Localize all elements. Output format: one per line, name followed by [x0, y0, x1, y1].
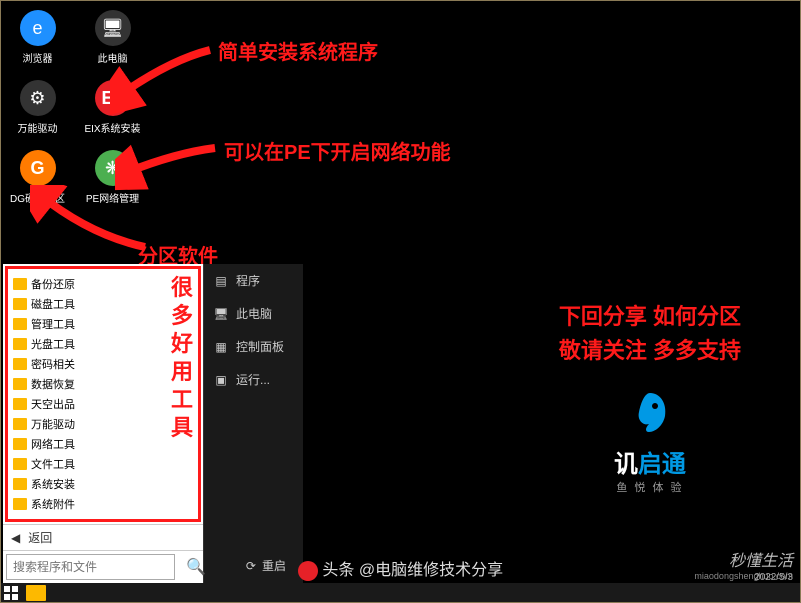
taskbar: [0, 583, 801, 603]
category-label: 天空出品: [31, 396, 75, 412]
start-menu-back[interactable]: ◀ 返回: [3, 524, 203, 550]
category-item[interactable]: 万能驱动: [11, 414, 195, 434]
category-item[interactable]: 备份还原: [11, 274, 195, 294]
category-item[interactable]: 磁盘工具: [11, 294, 195, 314]
category-label: 万能驱动: [31, 416, 75, 432]
menu-item-label: 控制面板: [236, 338, 284, 355]
icon-label: EIX系统安装: [84, 120, 140, 135]
folder-icon: [13, 418, 27, 430]
driver-icon[interactable]: ⚙ 万能驱动: [10, 80, 65, 135]
browser-icon[interactable]: e 浏览器: [10, 10, 65, 65]
annotation-network: 可以在PE下开启网络功能: [224, 136, 451, 165]
menu-item-label: 程序: [236, 272, 260, 289]
start-menu-categories: 备份还原磁盘工具管理工具光盘工具密码相关数据恢复天空出品万能驱动网络工具文件工具…: [8, 269, 198, 519]
folder-icon: [13, 458, 27, 470]
category-item[interactable]: 系统安装: [11, 474, 195, 494]
category-label: 文件工具: [31, 456, 75, 472]
taskbar-date: 2022/5/3: [754, 572, 793, 583]
icon-label: 浏览器: [23, 50, 53, 65]
folder-icon: [13, 298, 27, 310]
annotation-install: 简单安装系统程序: [218, 36, 378, 65]
menu-item-icon: ▣: [214, 373, 228, 387]
fish-icon: [625, 388, 675, 438]
avatar-icon: [298, 561, 318, 581]
category-label: 光盘工具: [31, 336, 75, 352]
start-menu-left-panel: 备份还原磁盘工具管理工具光盘工具密码相关数据恢复天空出品万能驱动网络工具文件工具…: [3, 264, 203, 583]
folder-icon: [13, 438, 27, 450]
arrow-1-icon: [110, 40, 220, 120]
promo-block: 下回分享 如何分区 敬请关注 多多支持 讥启通 鱼 悦 体 验: [559, 300, 741, 495]
folder-icon: [13, 478, 27, 490]
category-item[interactable]: 天空出品: [11, 394, 195, 414]
start-menu-right-item[interactable]: ▤ 程序: [204, 264, 303, 297]
dg-partition-icon-graphic: G: [20, 150, 56, 186]
browser-icon-graphic: e: [20, 10, 56, 46]
category-label: 备份还原: [31, 276, 75, 292]
start-menu-right-item[interactable]: ▣ 运行...: [204, 363, 303, 396]
folder-icon: [13, 318, 27, 330]
chevron-left-icon: ◀: [11, 531, 20, 545]
start-button[interactable]: [0, 583, 22, 603]
category-item[interactable]: 管理工具: [11, 314, 195, 334]
arrow-3-icon: [30, 185, 150, 255]
folder-icon: [13, 278, 27, 290]
driver-icon-graphic: ⚙: [20, 80, 56, 116]
start-menu-right-item[interactable]: ▦ 控制面板: [204, 330, 303, 363]
folder-icon: [13, 378, 27, 390]
category-item[interactable]: 系统附件: [11, 494, 195, 514]
category-label: 系统安装: [31, 476, 75, 492]
category-item[interactable]: 网络工具: [11, 434, 195, 454]
folder-icon: [13, 498, 27, 510]
menu-item-icon: ▤: [214, 274, 228, 288]
folder-icon: [13, 398, 27, 410]
menu-item-label: 此电脑: [236, 305, 272, 322]
category-item[interactable]: 密码相关: [11, 354, 195, 374]
start-menu-right-panel: ▤程序🖥此电脑▦控制面板▣运行... ⟳ 重启: [203, 264, 303, 583]
folder-icon: [13, 358, 27, 370]
menu-item-label: 运行...: [236, 371, 270, 388]
category-item[interactable]: 文件工具: [11, 454, 195, 474]
menu-item-icon: ▦: [214, 340, 228, 354]
category-item[interactable]: 光盘工具: [11, 334, 195, 354]
category-label: 密码相关: [31, 356, 75, 372]
file-explorer-taskbar-icon[interactable]: [26, 585, 46, 601]
start-menu-right-item[interactable]: 🖥 此电脑: [204, 297, 303, 330]
menu-item-icon: 🖥: [214, 307, 228, 321]
start-menu: 备份还原磁盘工具管理工具光盘工具密码相关数据恢复天空出品万能驱动网络工具文件工具…: [3, 264, 303, 583]
folder-icon: [13, 338, 27, 350]
brand-logo: 讥启通 鱼 悦 体 验: [559, 388, 741, 495]
category-label: 网络工具: [31, 436, 75, 452]
category-label: 数据恢复: [31, 376, 75, 392]
category-label: 管理工具: [31, 316, 75, 332]
category-item[interactable]: 数据恢复: [11, 374, 195, 394]
category-label: 磁盘工具: [31, 296, 75, 312]
icon-label: 万能驱动: [18, 120, 58, 135]
category-label: 系统附件: [31, 496, 75, 512]
attribution: 头条 @电脑维修技术分享: [0, 556, 801, 581]
annotation-tools: 很多好用工具: [171, 274, 193, 442]
